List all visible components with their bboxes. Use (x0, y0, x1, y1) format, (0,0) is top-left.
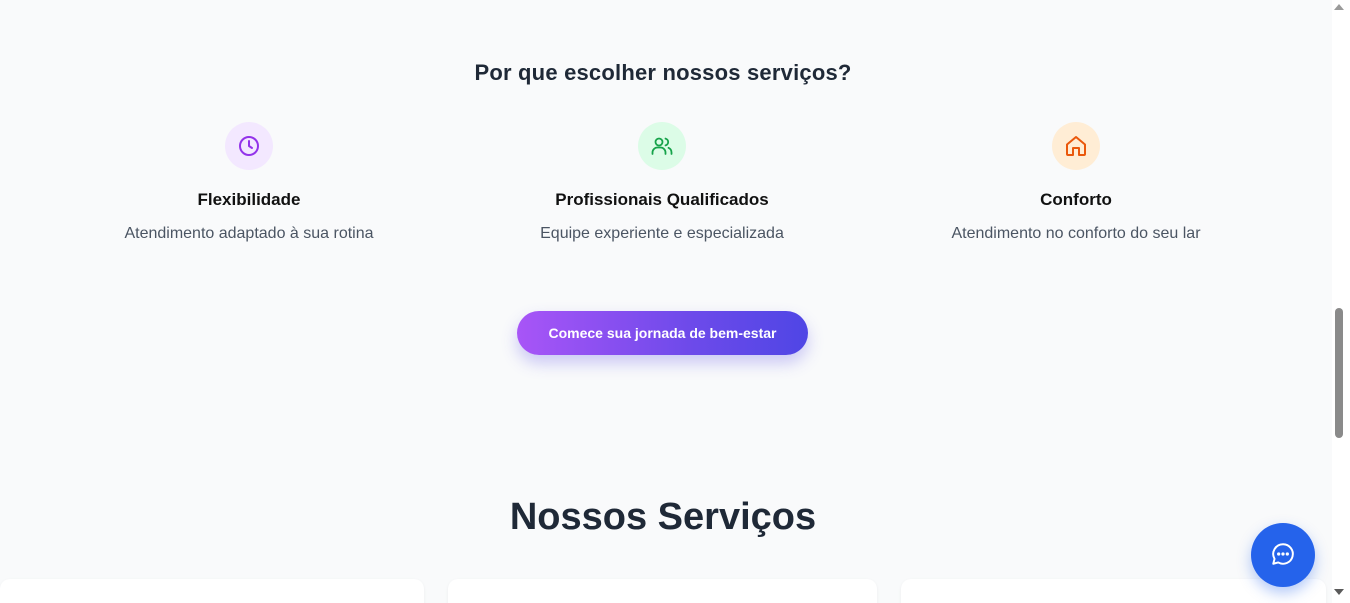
chat-widget-button[interactable] (1251, 523, 1315, 587)
feature-flexibility: Flexibilidade Atendimento adaptado à sua… (79, 122, 419, 243)
start-journey-button[interactable]: Comece sua jornada de bem-estar (517, 311, 808, 355)
feature-title: Conforto (1040, 190, 1112, 209)
home-icon (1052, 122, 1100, 170)
feature-qualified-professionals: Profissionais Qualificados Equipe experi… (492, 122, 832, 243)
feature-description: Atendimento no conforto do seu lar (951, 225, 1201, 242)
service-card[interactable] (0, 579, 424, 603)
feature-comfort: Conforto Atendimento no conforto do seu … (906, 122, 1246, 243)
why-section-title: Por que escolher nossos serviços? (474, 60, 852, 85)
feature-description: Equipe experiente e especializada (540, 225, 784, 242)
chat-bubble-icon (1270, 541, 1296, 570)
services-section-title: Nossos Serviços (509, 496, 817, 538)
service-card[interactable] (901, 579, 1326, 603)
scrollbar-thumb[interactable] (1335, 308, 1343, 438)
clock-icon (225, 122, 273, 170)
scroll-down-arrow-icon[interactable] (1334, 589, 1344, 595)
feature-title: Profissionais Qualificados (555, 190, 769, 209)
page: Por que escolher nossos serviços? Flexib… (0, 0, 1350, 603)
feature-title: Flexibilidade (197, 190, 301, 209)
scroll-up-arrow-icon[interactable] (1334, 4, 1344, 10)
feature-description: Atendimento adaptado à sua rotina (124, 225, 374, 242)
service-card[interactable] (448, 579, 877, 603)
vertical-scrollbar[interactable] (1332, 0, 1350, 603)
users-icon (638, 122, 686, 170)
